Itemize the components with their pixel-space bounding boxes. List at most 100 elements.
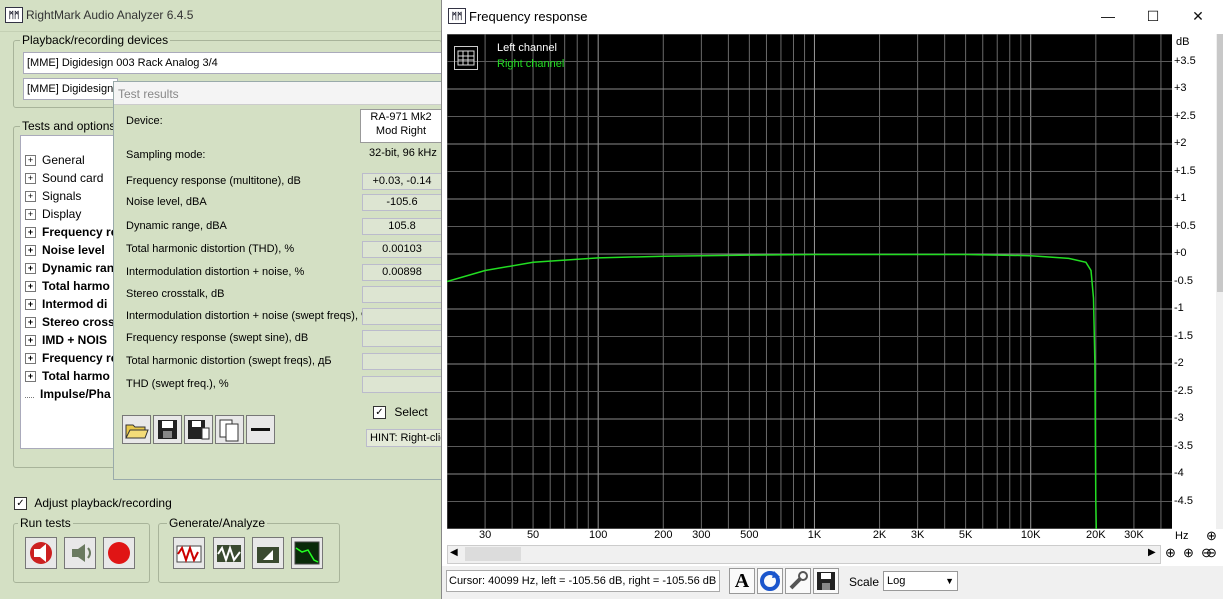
generate-signal-button[interactable]: [173, 537, 205, 569]
result-label: Intermodulation distortion + noise (swep…: [126, 310, 371, 322]
save-graph-button[interactable]: [813, 568, 839, 594]
result-value: -105.6: [362, 194, 442, 211]
expand-icon[interactable]: +: [25, 263, 36, 275]
y-tick-label: +1.5: [1174, 164, 1196, 177]
scroll-left-icon[interactable]: ◀: [450, 547, 458, 558]
record-button[interactable]: [103, 537, 135, 569]
legend-toggle-icon[interactable]: [454, 46, 478, 70]
refresh-button[interactable]: [757, 568, 783, 594]
minimize-button[interactable]: —: [1094, 6, 1122, 26]
compare-button[interactable]: [215, 415, 244, 444]
tree-item[interactable]: + General: [25, 151, 85, 169]
playback-group-label: Playback/recording devices: [20, 33, 171, 47]
result-label: Frequency response (multitone), dB: [126, 175, 301, 187]
main-title-bar: ᛗᛗ RightMark Audio Analyzer 6.4.5: [0, 0, 442, 32]
result-value: 0.00898: [362, 264, 442, 281]
tree-item[interactable]: + Frequency re: [25, 349, 117, 367]
tree-item[interactable]: + IMD + NOIS: [25, 331, 107, 349]
zoom-in-x-icon[interactable]: ⊕: [1183, 545, 1194, 561]
speaker-stop-icon: [30, 542, 52, 564]
x-tick-label: 50: [526, 529, 540, 541]
y-tick-label: +3.5: [1174, 54, 1196, 67]
expand-icon[interactable]: +: [25, 227, 36, 239]
tree-item[interactable]: + Frequency re: [25, 223, 117, 241]
select-checkbox-row[interactable]: ✓ Select: [373, 405, 428, 420]
zoom-reset-icon[interactable]: ⊕: [1206, 528, 1217, 544]
tree-line-icon: [25, 391, 34, 398]
x-tick-label: 20K: [1086, 529, 1106, 541]
adjust-checkbox[interactable]: ✓: [14, 497, 27, 511]
hint-text: HINT: Right-clic: [366, 429, 449, 447]
tree-item[interactable]: + Noise level: [25, 241, 105, 259]
vertical-scroll-thumb[interactable]: [1217, 34, 1223, 292]
x-tick-label: 2K: [872, 529, 887, 541]
open-results-button[interactable]: [122, 415, 151, 444]
expand-icon[interactable]: +: [25, 299, 36, 311]
device-value-line2: Mod Right: [375, 125, 427, 137]
playback-device-select[interactable]: [MME] Digidesign 003 Rack Analog 3/4: [23, 52, 442, 74]
adjust-checkbox-row[interactable]: ✓ Adjust playback/recording: [14, 496, 172, 511]
run-test-button[interactable]: [25, 537, 57, 569]
recording-device-select[interactable]: [MME] Digidesign: [23, 78, 118, 100]
expand-icon[interactable]: +: [25, 209, 36, 221]
frequency-plot[interactable]: [447, 34, 1172, 529]
scale-select[interactable]: Log ▼: [883, 571, 958, 591]
device-value-line1: RA-971 Mk2: [370, 111, 432, 123]
tree-item[interactable]: + Stereo cross: [25, 313, 115, 331]
freq-window-logo-icon: ᛗᛗ: [448, 8, 466, 24]
expand-icon[interactable]: +: [25, 191, 36, 203]
horizontal-scroll-thumb[interactable]: [465, 547, 521, 561]
settings-button[interactable]: [785, 568, 811, 594]
tree-item-label: Impulse/Pha: [40, 387, 111, 401]
expand-icon[interactable]: +: [25, 245, 36, 257]
scroll-right-icon[interactable]: ▶: [1148, 547, 1156, 558]
expand-icon[interactable]: +: [25, 335, 36, 347]
tree-item[interactable]: + Total harmo: [25, 367, 110, 385]
tree-item[interactable]: + Intermod di: [25, 295, 107, 313]
sampling-label: Sampling mode:: [126, 149, 206, 161]
tree-item[interactable]: + Display: [25, 205, 81, 223]
device-value: RA-971 Mk2 Mod Right: [360, 109, 442, 143]
analyze-wave-button[interactable]: [213, 537, 245, 569]
run-test-speaker-button[interactable]: [64, 537, 96, 569]
expand-icon[interactable]: +: [25, 281, 36, 293]
expand-icon[interactable]: +: [25, 173, 36, 185]
spectrum-button[interactable]: [291, 537, 323, 569]
remove-button[interactable]: [246, 415, 275, 444]
tree-item-label: IMD + NOIS: [42, 333, 108, 347]
generate-group-label: Generate/Analyze: [167, 516, 268, 530]
close-button[interactable]: ✕: [1184, 6, 1212, 26]
frequency-response-window: ᛗᛗ Frequency response — ☐ ✕ Left channel…: [441, 0, 1223, 599]
tree-item[interactable]: + Dynamic ran: [25, 259, 114, 277]
expand-icon[interactable]: +: [25, 155, 36, 167]
save-icon: [158, 420, 177, 439]
save-results-button[interactable]: [153, 415, 182, 444]
tree-item[interactable]: + Total harmo: [25, 277, 110, 295]
expand-icon[interactable]: +: [25, 371, 36, 383]
expand-icon[interactable]: +: [25, 353, 36, 365]
x-tick-label: 30K: [1124, 529, 1144, 541]
scale-select-value: Log: [887, 575, 906, 587]
scale-label: Scale: [849, 575, 880, 589]
tree-item[interactable]: + Signals: [25, 187, 81, 205]
y-tick-label: +2: [1174, 137, 1187, 149]
maximize-button[interactable]: ☐: [1139, 6, 1167, 26]
tree-item[interactable]: Impulse/Pha: [25, 385, 111, 403]
tests-group-label: Tests and options: [20, 119, 118, 133]
zoom-out-y-icon[interactable]: ⊖: [1206, 545, 1217, 561]
select-checkbox[interactable]: ✓: [373, 406, 386, 420]
result-label: Dynamic range, dBA: [126, 220, 227, 232]
open-wave-button[interactable]: [252, 537, 284, 569]
x-tick-label: 100: [588, 529, 608, 541]
vertical-scrollbar[interactable]: [1216, 34, 1223, 529]
zoom-in-icon[interactable]: ⊕: [1165, 545, 1176, 561]
expand-icon[interactable]: +: [25, 317, 36, 329]
folder-open-icon: [125, 424, 149, 439]
font-icon[interactable]: A: [729, 568, 755, 594]
tree-item[interactable]: + Sound card: [25, 169, 103, 187]
x-tick-label: 500: [740, 529, 759, 541]
wave-save-icon: [176, 544, 202, 564]
horizontal-scrollbar[interactable]: ◀ ▶: [447, 545, 1161, 564]
result-label: Stereo crosstalk, dB: [126, 288, 225, 300]
save-report-button[interactable]: [184, 415, 213, 444]
